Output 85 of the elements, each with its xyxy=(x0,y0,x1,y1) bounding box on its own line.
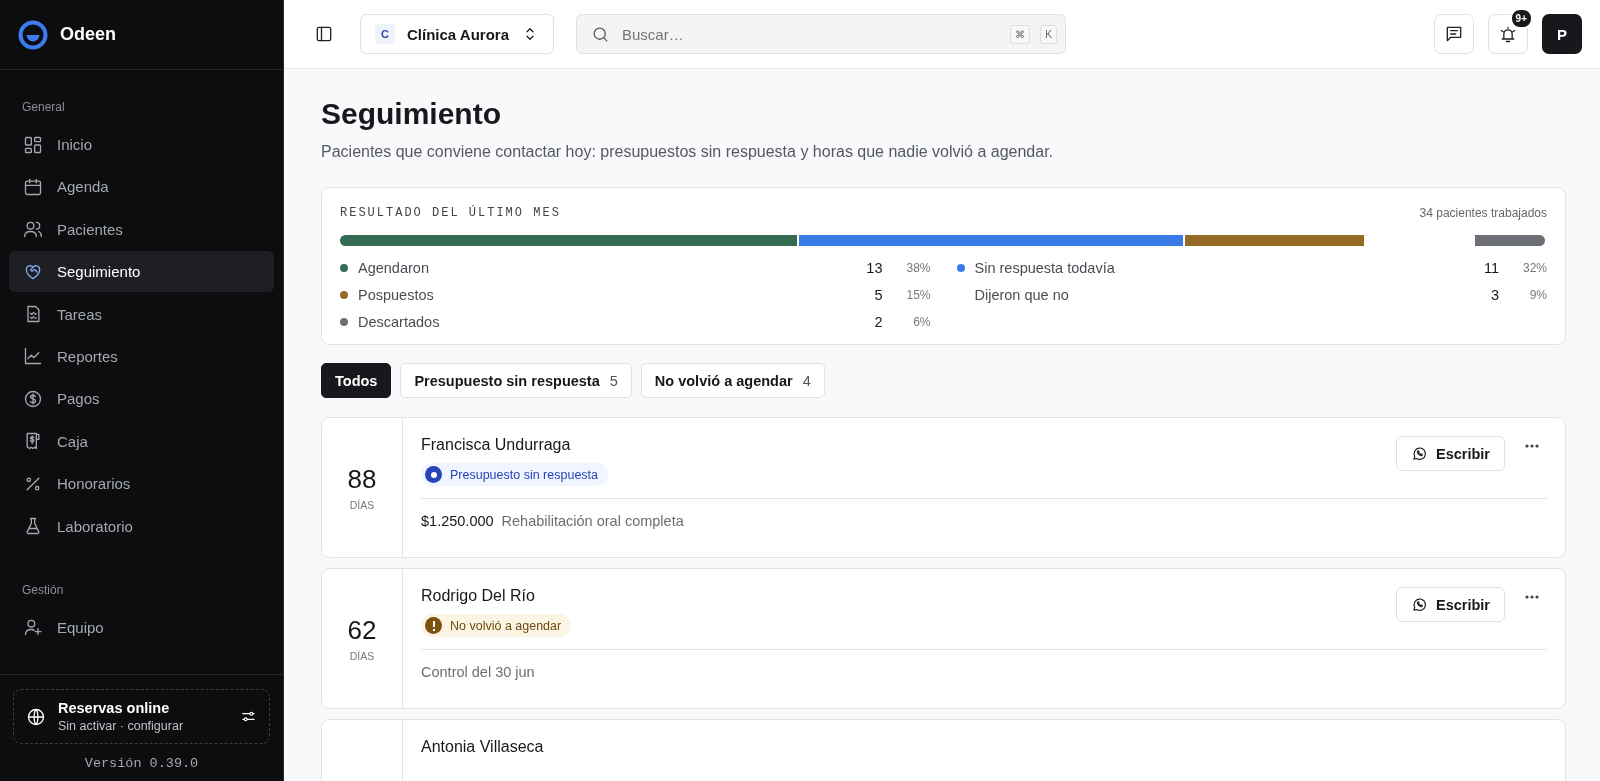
clinic-initial: C xyxy=(375,24,395,44)
user-avatar[interactable]: P xyxy=(1542,14,1582,54)
legend-label: Dijeron que no xyxy=(974,287,1070,303)
dollar-circle-icon xyxy=(23,388,43,409)
search-bar[interactable]: Buscar… ⌘ K xyxy=(575,14,1066,54)
status-tag: No volvió a agendar xyxy=(421,614,572,637)
legend-percent: 32% xyxy=(1521,261,1547,275)
days-count: 88 xyxy=(347,464,377,495)
dot-icon xyxy=(430,471,437,478)
alarm-bell-icon xyxy=(1498,24,1518,44)
legend-dot xyxy=(340,264,348,272)
page-title: Seguimiento xyxy=(321,97,502,131)
legend-dot xyxy=(956,264,965,272)
users-icon xyxy=(23,219,43,240)
nav-item[interactable]: Caja xyxy=(9,420,274,462)
legend-dot xyxy=(340,291,348,299)
nav-item[interactable]: Inicio xyxy=(9,124,274,165)
write-button[interactable]: Escribir xyxy=(1396,587,1505,622)
summary-title: RESULTADO DEL ÚLTIMO MES xyxy=(340,206,561,220)
legend-percent: 6% xyxy=(912,315,931,329)
filter-tab[interactable]: Todos xyxy=(321,363,392,398)
version-label: Versión 0.39.0 xyxy=(83,756,200,771)
online-booking-card[interactable]: Reservas online Sin activar · configurar xyxy=(13,689,270,744)
search-field[interactable]: Buscar… xyxy=(619,24,1001,44)
nav-item[interactable]: Reportes xyxy=(9,335,274,377)
legend-count: 2 xyxy=(873,314,883,330)
nav-item[interactable]: Seguimiento xyxy=(9,251,274,293)
legend-count: 3 xyxy=(1489,287,1499,303)
days-unit: DÍAS xyxy=(349,499,375,511)
notification-badge: 9+ xyxy=(1509,8,1533,29)
nav-item[interactable]: Tareas xyxy=(9,293,274,335)
flask-icon xyxy=(23,516,43,536)
shortcut-key: K xyxy=(1040,24,1057,44)
legend-percent: 38% xyxy=(905,261,931,275)
followup-detail: Control del 30 jun xyxy=(421,664,535,680)
chat-bubble-icon xyxy=(1411,445,1428,462)
shortcut-key: ⌘ xyxy=(1010,24,1031,44)
patient-name: Francisca Undurraga xyxy=(421,436,572,454)
page-subtitle: Pacientes que conviene contactar hoy: presupuestos sin respuesta y horas que nadie volvió a agendar. xyxy=(321,143,1055,161)
nav-item[interactable]: Pacientes xyxy=(9,208,274,250)
nav-item[interactable]: Agenda xyxy=(9,166,274,208)
followup-detail: Rehabilitación oral completa xyxy=(501,513,684,529)
user-plus-icon xyxy=(23,617,43,637)
filter-tab[interactable]: Presupuesto sin respuesta 5 xyxy=(400,363,632,398)
booking-title: Reservas online xyxy=(58,700,171,716)
nav-item[interactable]: Laboratorio xyxy=(9,505,274,547)
more-icon xyxy=(1525,595,1539,599)
nav-section-title: General xyxy=(21,99,66,116)
patient-name: Antonia Villaseca xyxy=(421,738,545,756)
write-button[interactable]: Escribir xyxy=(1396,436,1505,471)
budget-amount: $1.250.000 xyxy=(421,513,494,529)
summary-total: 34 pacientes trabajados xyxy=(1419,206,1547,220)
days-count: 62 xyxy=(347,615,377,646)
nav-section-title: Gestión xyxy=(21,581,65,599)
legend-dot xyxy=(340,318,348,326)
sidebar-icon xyxy=(314,24,334,44)
message-icon xyxy=(1444,24,1464,44)
messages-button[interactable] xyxy=(1434,14,1474,54)
legend-label: Descartados xyxy=(358,314,441,330)
more-icon xyxy=(1525,444,1539,448)
chart-line-icon xyxy=(23,346,43,367)
calendar-icon xyxy=(23,176,43,197)
status-tag: Presupuesto sin respuesta xyxy=(421,463,608,486)
legend-percent: 9% xyxy=(1528,288,1547,302)
days-unit: DÍAS xyxy=(349,650,375,662)
booking-subtitle: Sin activar · configurar xyxy=(58,719,185,733)
legend-label: Agendaron xyxy=(358,260,430,276)
nav-item[interactable]: Pagos xyxy=(9,378,274,420)
filter-tab[interactable]: No volvió a agendar 4 xyxy=(640,363,825,398)
legend-label: Sin respuesta todavía xyxy=(974,260,1116,276)
logo-icon xyxy=(18,19,48,50)
dashboard-icon xyxy=(23,134,43,155)
patient-name: Rodrigo Del Río xyxy=(421,587,536,605)
nav-item[interactable]: Honorarios xyxy=(9,463,274,505)
brand-name: Odeen xyxy=(60,24,116,45)
globe-icon xyxy=(26,706,46,727)
exclamation-icon xyxy=(431,620,436,631)
legend-count: 11 xyxy=(1482,260,1499,276)
legend-label: Pospuestos xyxy=(358,287,435,303)
clinic-selector[interactable]: C Clínica Aurora xyxy=(360,14,554,54)
chat-bubble-icon xyxy=(1411,596,1428,613)
legend-count: 5 xyxy=(873,287,883,303)
legend-percent: 15% xyxy=(905,288,931,302)
legend-count: 13 xyxy=(865,260,883,276)
nav-item[interactable]: Equipo xyxy=(9,606,274,648)
